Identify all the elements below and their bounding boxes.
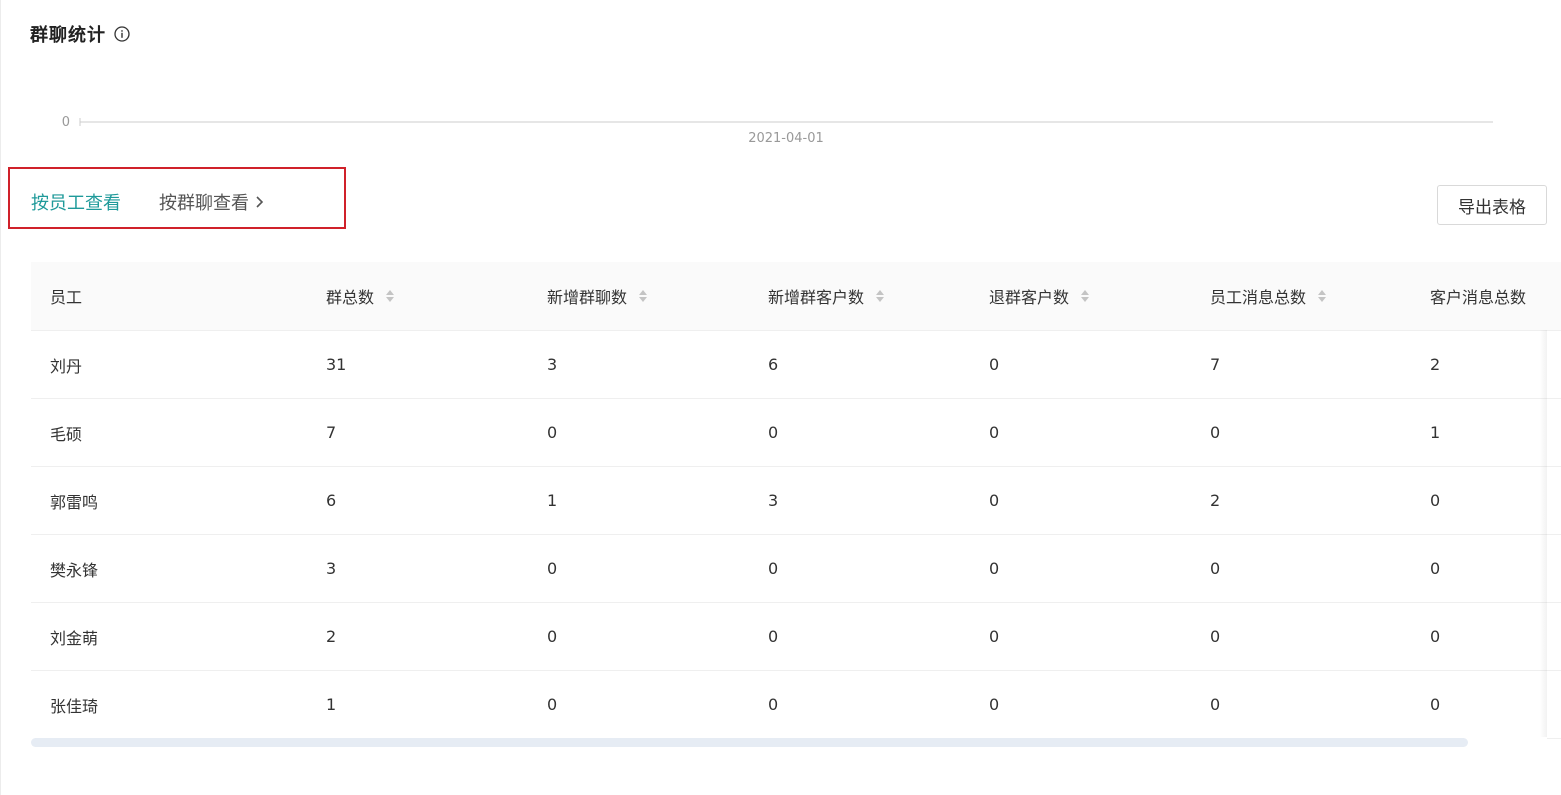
table-row: 郭雷鸣 6 1 3 0 2 0 — [31, 467, 1561, 535]
table-cell: 6 — [326, 491, 337, 510]
table-row: 毛硕 7 0 0 0 0 1 — [31, 399, 1561, 467]
column-header-5[interactable]: 员工消息总数 — [1191, 284, 1411, 308]
column-header-2[interactable]: 新增群聊数 — [528, 284, 749, 308]
table-cell: 1 — [326, 695, 337, 714]
table-cell: 0 — [547, 559, 558, 578]
table-cell: 0 — [1430, 627, 1441, 646]
employee-name-cell: 张佳琦 — [50, 696, 99, 716]
table-cell: 7 — [1210, 355, 1221, 374]
section-header: 群聊统计 — [30, 20, 130, 48]
table-cell: 0 — [989, 559, 1000, 578]
table-cell: 0 — [547, 627, 558, 646]
tab-by-group-label: 按群聊查看 — [159, 193, 249, 214]
view-switch-tabs: 按员工查看 按群聊查看 — [31, 189, 265, 215]
employee-name-cell: 毛硕 — [50, 424, 83, 444]
table-scroll-shadow — [1540, 330, 1547, 738]
table-cell: 7 — [326, 423, 337, 442]
table-cell: 0 — [1430, 559, 1441, 578]
column-header-label: 员工 — [50, 288, 83, 307]
table-cell: 0 — [547, 423, 558, 442]
table-cell: 2 — [326, 627, 337, 646]
table-cell: 0 — [989, 355, 1000, 374]
table-cell: 0 — [768, 423, 779, 442]
info-circle-icon[interactable] — [114, 26, 130, 42]
table-cell: 0 — [768, 627, 779, 646]
column-header-0: 员工 — [31, 284, 307, 308]
column-header-label: 员工消息总数 — [1210, 288, 1307, 307]
table-row: 张佳琦 1 0 0 0 0 0 — [31, 671, 1561, 739]
horizontal-scrollbar-thumb[interactable] — [31, 738, 1468, 747]
x-tick-label: 2021-04-01 — [748, 131, 824, 146]
table-row: 刘丹 31 3 6 0 7 2 — [31, 331, 1561, 399]
column-header-6: 客户消息总数 — [1411, 284, 1561, 308]
table-cell: 0 — [1210, 559, 1221, 578]
table-cell: 31 — [326, 355, 347, 374]
table-cell: 2 — [1210, 491, 1221, 510]
column-header-label: 退群客户数 — [989, 288, 1070, 307]
table-cell: 0 — [768, 559, 779, 578]
sort-caret-icon[interactable] — [1080, 288, 1090, 304]
table-cell: 0 — [989, 491, 1000, 510]
table-body: 刘丹 31 3 6 0 7 2 毛硕 7 0 0 0 0 1 郭雷鸣 6 1 3 0 2 0 樊永锋 3 0 0 0 0 0 刘金萌 2 0… — [31, 331, 1561, 739]
table-cell: 1 — [1430, 423, 1441, 442]
sort-caret-icon[interactable] — [1317, 288, 1327, 304]
column-header-label: 新增群客户数 — [768, 288, 865, 307]
tab-by-employee[interactable]: 按员工查看 — [31, 189, 121, 215]
table-cell: 3 — [768, 491, 779, 510]
table-cell: 3 — [547, 355, 558, 374]
table-cell: 0 — [768, 695, 779, 714]
table-row: 刘金萌 2 0 0 0 0 0 — [31, 603, 1561, 671]
table-cell: 1 — [547, 491, 558, 510]
export-table-button[interactable]: 导出表格 — [1437, 185, 1547, 225]
table-cell: 0 — [989, 423, 1000, 442]
employee-name-cell: 刘金萌 — [50, 628, 99, 648]
column-header-1[interactable]: 群总数 — [307, 284, 528, 308]
sort-caret-icon[interactable] — [385, 288, 395, 304]
table-cell: 0 — [1210, 423, 1221, 442]
table-cell: 2 — [1430, 355, 1441, 374]
y-tick-label: 0 — [62, 115, 70, 130]
column-header-label: 客户消息总数 — [1430, 288, 1527, 307]
column-header-3[interactable]: 新增群客户数 — [749, 284, 970, 308]
tab-by-group[interactable]: 按群聊查看 — [159, 189, 265, 215]
table-cell: 0 — [1210, 695, 1221, 714]
column-header-label: 新增群聊数 — [547, 288, 628, 307]
employee-stats-table: 员工 群总数 新增群聊数 新增群客户数 退群客户数 员工消息总数 客户消息总数 刘丹 31 3 6… — [31, 262, 1561, 739]
table-cell: 0 — [1210, 627, 1221, 646]
chevron-right-icon — [255, 195, 265, 209]
page-title: 群聊统计 — [30, 25, 106, 46]
trend-chart: 0 2021-04-01 — [62, 115, 1493, 146]
column-header-label: 群总数 — [326, 288, 375, 307]
table-row: 樊永锋 3 0 0 0 0 0 — [31, 535, 1561, 603]
table-cell: 0 — [1430, 695, 1441, 714]
table-cell: 0 — [1430, 491, 1441, 510]
employee-name-cell: 樊永锋 — [50, 560, 99, 580]
table-cell: 0 — [547, 695, 558, 714]
table-header: 员工 群总数 新增群聊数 新增群客户数 退群客户数 员工消息总数 客户消息总数 — [31, 262, 1561, 331]
sort-caret-icon[interactable] — [875, 288, 885, 304]
table-cell: 6 — [768, 355, 779, 374]
employee-name-cell: 刘丹 — [50, 356, 83, 376]
table-cell: 3 — [326, 559, 337, 578]
column-header-4[interactable]: 退群客户数 — [970, 284, 1191, 308]
table-cell: 0 — [989, 627, 1000, 646]
employee-name-cell: 郭雷鸣 — [50, 492, 99, 512]
sort-caret-icon[interactable] — [638, 288, 648, 304]
table-cell: 0 — [989, 695, 1000, 714]
